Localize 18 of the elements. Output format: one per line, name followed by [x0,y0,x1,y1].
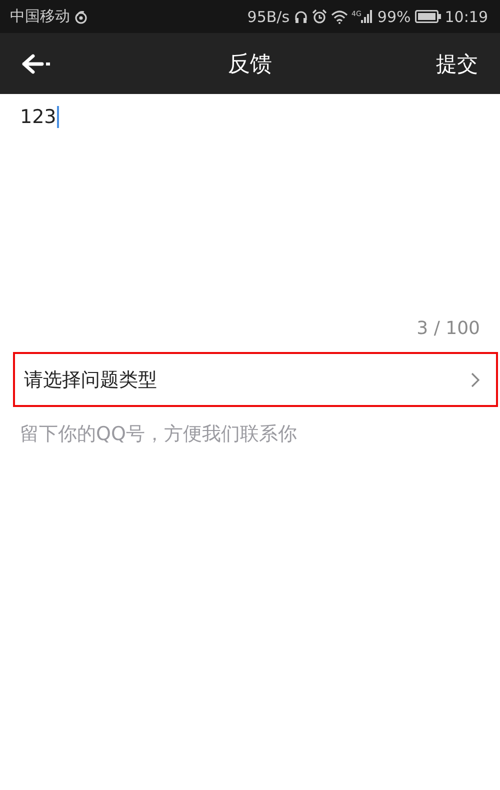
signal-icon [361,10,374,23]
battery-percent: 99% [377,8,411,26]
battery-icon [414,10,441,23]
character-counter: 3 / 100 [416,318,480,341]
carrier-name: 中国移动 [10,7,70,26]
chevron-right-icon [470,372,480,388]
headphones-icon [294,10,308,24]
qq-field[interactable]: 留下你的QQ号，方便我们联系你 [20,419,480,449]
feedback-field[interactable]: 123 [0,94,500,314]
submit-button[interactable]: 提交 [430,44,484,84]
row-label: 请选择问题类型 [24,368,157,392]
clock-time: 10:19 [444,8,488,26]
network-speed: 95B/s [247,8,290,26]
alarm-clock-icon [312,9,327,24]
swirl-icon [74,10,88,24]
page-title: 反馈 [227,50,273,78]
problem-type-row[interactable]: 请选择问题类型 [13,352,498,407]
wifi-icon [330,10,348,24]
